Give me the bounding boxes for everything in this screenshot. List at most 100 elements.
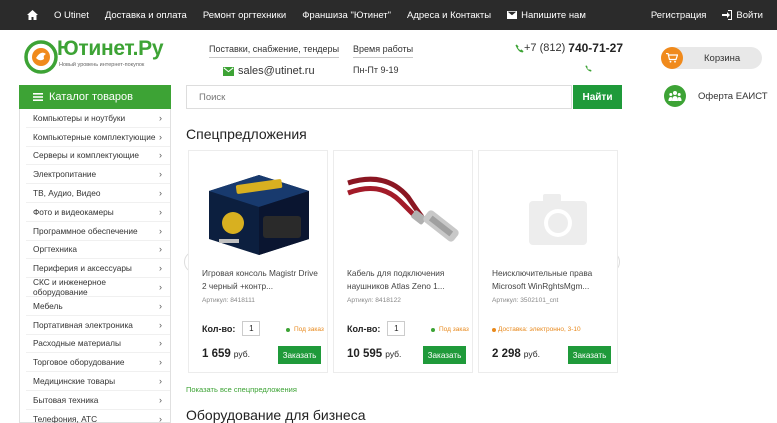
catalog-item[interactable]: Расходные материалы › [26, 335, 170, 354]
product-name[interactable]: Неисключительные права Microsoft WinRght… [492, 267, 610, 292]
order-button[interactable]: Заказать [423, 346, 466, 364]
product-name[interactable]: Игровая консоль Magistr Drive 2 черный +… [202, 267, 320, 292]
phone-number[interactable]: +7 (812) 740-71-27 [515, 41, 623, 55]
chevron-right-icon: › [159, 112, 162, 123]
search-input[interactable] [187, 86, 571, 108]
cart-button[interactable]: Корзина [661, 47, 762, 69]
catalog-toggle-button[interactable]: Каталог товаров [19, 85, 171, 109]
catalog-item[interactable]: Мебель › [26, 297, 170, 316]
catalog-item-label: Мебель [33, 300, 63, 311]
status-dot-icon [492, 327, 496, 332]
catalog-item-label: Медицинские товары [33, 376, 116, 387]
catalog-item[interactable]: Торговое оборудование › [26, 353, 170, 373]
login-label: Войти [736, 9, 763, 21]
camera-placeholder-icon[interactable] [491, 161, 607, 261]
catalog-item[interactable]: Серверы и комплектующие › [26, 147, 170, 166]
nav-link-contacts[interactable]: Адреса и Контакты [399, 0, 499, 30]
product-article: Артикул: 8418122 [347, 297, 401, 304]
group-icon [664, 85, 686, 107]
status-dot-icon [431, 327, 435, 332]
nav-link-delivery[interactable]: Доставка и оплата [97, 0, 195, 30]
availability-label: Под заказ [294, 326, 324, 333]
catalog-item[interactable]: Портативная электроника › [26, 316, 170, 335]
price-currency: руб. [523, 349, 540, 359]
quantity-input[interactable]: 1 [387, 321, 406, 336]
search-button[interactable]: Найти [573, 85, 622, 109]
quantity-row: Кол-во: 1 [202, 321, 261, 336]
nav-link-franchise[interactable]: Франшиза "Ютинет" [294, 0, 399, 30]
catalog-title: Каталог товаров [49, 91, 133, 103]
supplies-block: Поставки, снабжение, тендеры sales@utine… [209, 44, 340, 77]
hours-caption: Время работы [353, 44, 414, 58]
product-card[interactable]: Кабель для подключения наушников Atlas Z… [333, 150, 473, 373]
show-all-specials-link[interactable]: Показать все спецпредложения [186, 385, 297, 394]
order-button[interactable]: Заказать [278, 346, 321, 364]
chevron-right-icon: › [159, 188, 162, 199]
quantity-input[interactable]: 1 [242, 321, 261, 336]
catalog-item[interactable]: Бытовая техника › [26, 391, 170, 410]
catalog-item-label: Компьютерные комплектующие [33, 131, 156, 142]
product-card[interactable]: Неисключительные права Microsoft WinRght… [478, 150, 618, 373]
product-price: 2 298 руб. [492, 348, 540, 360]
product-image[interactable] [346, 161, 462, 261]
chevron-right-icon: › [159, 131, 162, 142]
catalog-item[interactable]: ТВ, Аудио, Видео › [26, 184, 170, 203]
catalog-item[interactable]: Медицинские товары › [26, 372, 170, 391]
catalog-item[interactable]: Оргтехника › [26, 241, 170, 260]
catalog-item[interactable]: СКС и инженерное оборудование › [26, 277, 170, 298]
catalog-item[interactable]: Периферия и аксессуары › [26, 259, 170, 279]
chevron-right-icon: › [159, 394, 162, 405]
chevron-right-icon: › [159, 319, 162, 330]
site-logo[interactable]: Ютинет.Ру Новый уровень интернет-покупок [24, 37, 164, 80]
order-button[interactable]: Заказать [568, 346, 611, 364]
catalog-item[interactable]: Телефония, АТС › [26, 410, 170, 423]
chevron-right-icon: › [159, 357, 162, 368]
price-value: 1 659 [202, 348, 231, 360]
nav-link-write-us[interactable]: Напишите нам [499, 0, 594, 30]
envelope-icon [223, 66, 234, 76]
product-article: Артикул: 8418111 [202, 297, 255, 304]
chevron-right-icon: › [159, 376, 162, 387]
write-us-label: Напишите нам [521, 9, 586, 21]
eaist-label: Оферта ЕАИСТ [698, 90, 768, 102]
product-image[interactable] [201, 161, 317, 261]
quantity-label: Кол-во: [347, 323, 381, 334]
home-icon[interactable] [0, 0, 46, 30]
catalog-item-label: СКС и инженерное оборудование [33, 277, 106, 298]
availability-label: Доставка: электронно, 3-10 [498, 326, 581, 333]
product-card[interactable]: Игровая консоль Magistr Drive 2 черный +… [188, 150, 328, 373]
sales-email-link[interactable]: sales@utinet.ru [238, 65, 315, 77]
catalog-item-label: Компьютеры и ноутбуки [33, 112, 126, 123]
catalog-item-label: Оргтехника [33, 244, 78, 255]
catalog-item[interactable]: Компьютеры и ноутбуки › [26, 109, 170, 128]
supplies-caption: Поставки, снабжение, тендеры [209, 44, 340, 58]
specials-title: Спецпредложения [186, 126, 307, 142]
quantity-row: Кол-во: 1 [347, 321, 406, 336]
availability-label: Под заказ [439, 326, 469, 333]
top-navigation-bar: О Utinet Доставка и оплата Ремонт оргтех… [0, 0, 777, 30]
chevron-right-icon: › [159, 244, 162, 255]
chevron-right-icon: › [159, 413, 162, 423]
register-link[interactable]: Регистрация [643, 0, 715, 30]
phone-icon[interactable] [585, 63, 592, 75]
catalog-item[interactable]: Фото и видеокамеры › [26, 203, 170, 222]
login-link[interactable]: Войти [714, 0, 771, 30]
phone-icon [515, 43, 524, 53]
catalog-item-label: Серверы и комплектующие [33, 150, 140, 161]
logo-tagline: Новый уровень интернет-покупок [59, 62, 145, 68]
phone-prefix: +7 (812) [524, 42, 566, 54]
price-currency: руб. [233, 349, 250, 359]
catalog-item[interactable]: Программное обеспечение › [26, 222, 170, 241]
chevron-right-icon: › [159, 338, 162, 349]
logo-text: Ютинет.Ру [57, 37, 164, 60]
product-name[interactable]: Кабель для подключения наушников Atlas Z… [347, 267, 465, 292]
chevron-right-icon: › [159, 225, 162, 236]
chevron-right-icon: › [159, 300, 162, 311]
eaist-offer-link[interactable]: Оферта ЕАИСТ [664, 85, 768, 107]
catalog-item[interactable]: Электропитание › [26, 165, 170, 185]
catalog-item[interactable]: Компьютерные комплектующие › [26, 128, 170, 147]
nav-link-about[interactable]: О Utinet [46, 0, 97, 30]
product-price: 10 595 руб. [347, 348, 401, 360]
catalog-item-label: Портативная электроника [33, 319, 133, 330]
nav-link-repair[interactable]: Ремонт оргтехники [195, 0, 294, 30]
